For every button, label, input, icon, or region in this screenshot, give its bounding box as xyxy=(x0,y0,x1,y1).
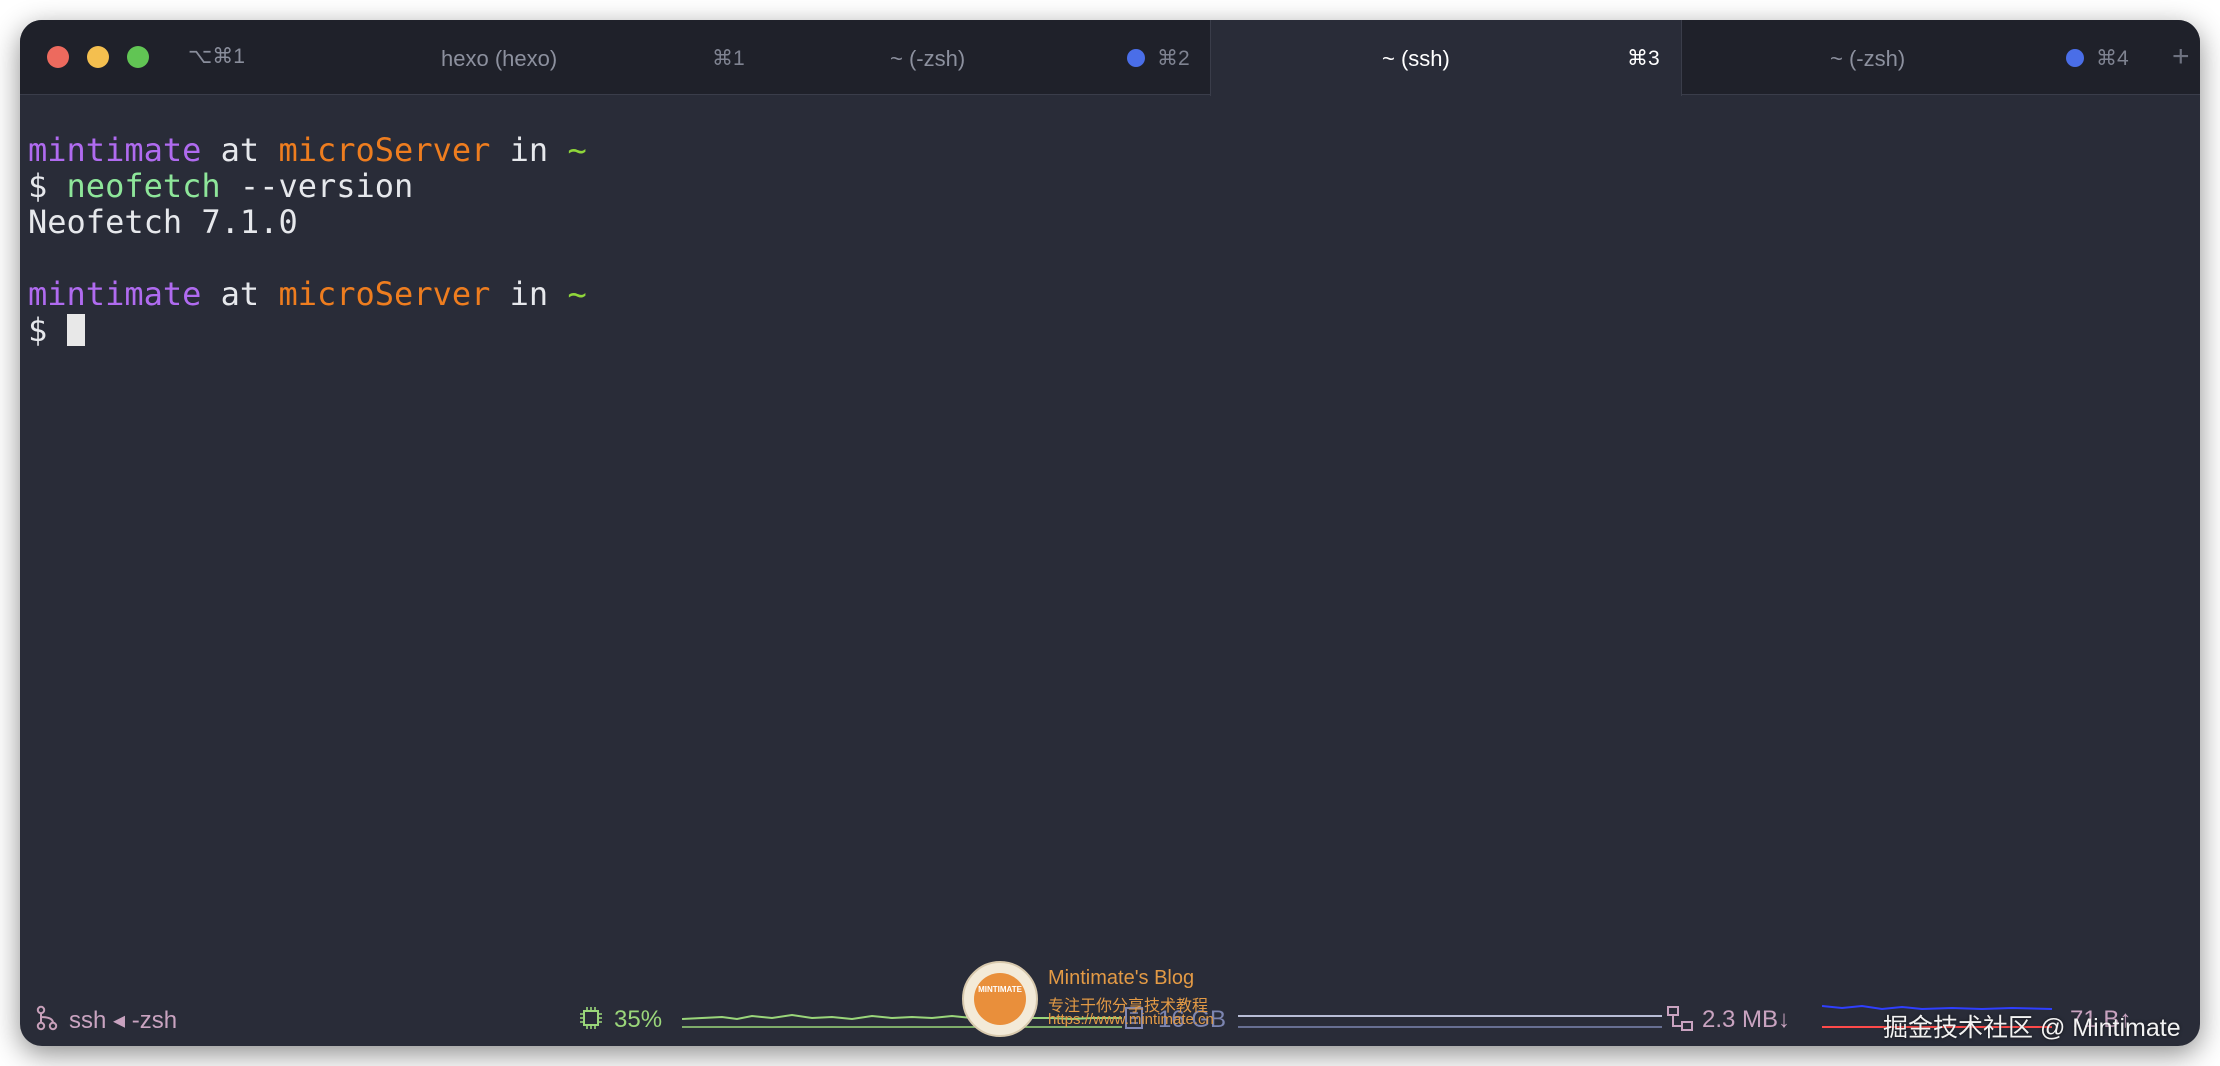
prompt-in: in xyxy=(490,131,568,169)
credit-watermark: 掘金技术社区 @ Mintimate xyxy=(1883,1014,2181,1042)
tab-label: ~ (-zsh) xyxy=(1830,46,1906,71)
tab-shortcut: ⌘1 xyxy=(712,47,745,70)
command-args: --version xyxy=(220,167,414,205)
terminal-window: ⌥⌘1 hexo (hexo) ⌘1 ~ (-zsh) ⌘2 ~ (ssh) ⌘… xyxy=(20,20,2200,1046)
command-output: Neofetch 7.1.0 xyxy=(28,203,298,241)
network-icon xyxy=(1666,1005,1694,1038)
cpu-usage[interactable]: 35% xyxy=(614,1006,662,1034)
prompt-host: microServer xyxy=(278,275,491,313)
prompt-in: in xyxy=(490,275,568,313)
prompt-line: mintimate at microServer in ~ xyxy=(28,132,587,168)
cpu-icon xyxy=(578,1005,604,1036)
command-line: $ neofetch --version xyxy=(28,168,587,204)
zoom-window-button[interactable] xyxy=(127,46,149,68)
command-program: neofetch xyxy=(66,167,221,205)
tab-shortcut: ⌘4 xyxy=(2096,47,2129,70)
watermark-title: Mintimate's Blog xyxy=(1048,967,1195,989)
tab-shortcut: ⌘2 xyxy=(1157,47,1190,70)
prompt-at: at xyxy=(201,131,279,169)
minimize-window-button[interactable] xyxy=(87,46,109,68)
new-tab-button[interactable]: + xyxy=(2172,40,2190,74)
prompt-dir: ~ xyxy=(567,275,587,313)
job-name[interactable]: ssh ◂ -zsh xyxy=(69,1006,177,1035)
tab-label: hexo (hexo) xyxy=(441,46,558,71)
tab-ssh[interactable]: ~ (ssh) ⌘3 xyxy=(1210,20,1682,96)
tab-label: ~ (-zsh) xyxy=(890,46,966,71)
tab-zsh-1[interactable]: ~ (-zsh) ⌘2 xyxy=(846,20,1230,94)
text-cursor xyxy=(66,314,85,346)
input-line[interactable]: $ xyxy=(28,312,587,348)
tab-zsh-2[interactable]: ~ (-zsh) ⌘4 xyxy=(1682,20,2152,94)
prompt-user: mintimate xyxy=(28,131,202,169)
tab-hexo[interactable]: hexo (hexo) ⌘1 xyxy=(360,20,846,94)
network-download[interactable]: 2.3 MB↓ xyxy=(1702,1006,1790,1034)
tab-label: ~ (ssh) xyxy=(1382,46,1450,71)
memory-sparkline xyxy=(1238,1015,1662,1028)
prompt-line: mintimate at microServer in ~ xyxy=(28,276,587,312)
logo-text: MINTIMATE xyxy=(978,985,1022,994)
prompt-dollar: $ xyxy=(28,311,67,349)
blog-logo: MINTIMATE xyxy=(962,961,1038,1037)
logo-mascot-icon xyxy=(974,973,1026,1025)
window-shortcut: ⌥⌘1 xyxy=(188,45,245,68)
branch-icon xyxy=(36,1005,58,1036)
prompt-host: microServer xyxy=(278,131,491,169)
prompt-at: at xyxy=(201,275,279,313)
prompt-user: mintimate xyxy=(28,275,202,313)
watermark-url: https://www.mintimate.cn xyxy=(1048,1011,1214,1028)
title-bar: ⌥⌘1 hexo (hexo) ⌘1 ~ (-zsh) ⌘2 ~ (ssh) ⌘… xyxy=(20,20,2200,96)
prompt-dir: ~ xyxy=(567,131,587,169)
close-window-button[interactable] xyxy=(47,46,69,68)
prompt-dollar: $ xyxy=(28,167,67,205)
terminal-output[interactable]: mintimate at microServer in ~ $ neofetch… xyxy=(28,132,587,348)
tab-shortcut: ⌘3 xyxy=(1627,47,1660,70)
activity-dot-icon xyxy=(1127,49,1145,67)
activity-dot-icon xyxy=(2066,49,2084,67)
